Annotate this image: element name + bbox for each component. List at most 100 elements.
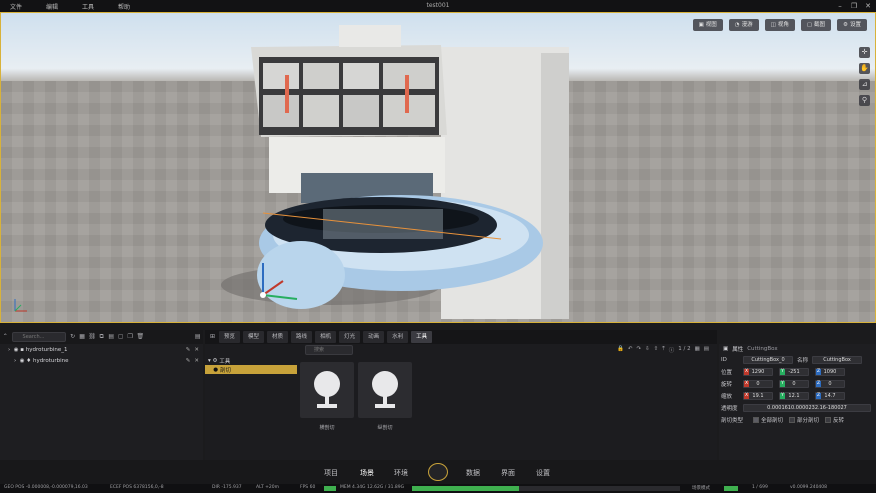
import-icon[interactable]: ⇩ — [645, 346, 650, 354]
tab-model[interactable]: 模型 — [243, 331, 265, 343]
view-icon: ▣ — [698, 22, 704, 28]
folder-item-selected[interactable]: ● 剖切 — [205, 365, 297, 374]
name-field[interactable]: CuttingBox — [812, 356, 863, 364]
screenshot-button[interactable]: ▢ 截图 — [800, 19, 832, 31]
memory-bar — [412, 486, 680, 491]
chevron-right-icon[interactable]: › — [14, 358, 16, 364]
eye-icon[interactable]: ◉ — [20, 358, 25, 364]
scale-y-field[interactable]: Y 12.1 — [779, 392, 809, 400]
link-icon[interactable]: ⛓ — [88, 333, 96, 341]
redo-icon[interactable]: ↷ — [636, 346, 641, 354]
list-view-icon[interactable]: ▤ — [704, 346, 709, 354]
nav-scene[interactable]: 场景 — [360, 468, 374, 478]
position-z-field[interactable]: Z 1090 — [815, 368, 845, 376]
tab-animation[interactable]: 动画 — [363, 331, 385, 343]
edit-icon[interactable]: ✎ — [186, 347, 191, 353]
partial-cut-checkbox[interactable] — [789, 417, 796, 423]
transparency-field[interactable]: 0.0001610.0000232.16-180027 — [743, 404, 871, 412]
grid-view-icon[interactable]: ▦ — [695, 346, 700, 354]
position-x-field[interactable]: X 1290 — [743, 368, 773, 376]
scale-x-field[interactable]: X 19.1 — [743, 392, 773, 400]
tab-hydraulic[interactable]: 水利 — [387, 331, 409, 343]
export-icon[interactable]: ⇧ — [654, 346, 659, 354]
tree-item[interactable]: › ◉ ▪ hydroturbine_1 ✎ ✕ — [0, 344, 203, 355]
remove-icon[interactable]: ✕ — [194, 358, 199, 364]
tab-camera[interactable]: 相机 — [315, 331, 337, 343]
maximize-icon[interactable]: ❐ — [850, 2, 858, 10]
panel-icon[interactable]: ⊞ — [209, 333, 216, 341]
list-icon[interactable]: ▤ — [194, 333, 201, 341]
angle-button[interactable]: ◫ 视角 — [764, 19, 795, 31]
nav-environment[interactable]: 环境 — [394, 468, 408, 478]
copy-icon[interactable]: ❐ — [127, 333, 134, 341]
invert-checkbox[interactable] — [825, 417, 832, 423]
nav-project[interactable]: 项目 — [324, 468, 338, 478]
tab-tools[interactable]: 工具 — [411, 331, 433, 343]
grid-icon[interactable]: ▦ — [79, 333, 86, 341]
upload-icon[interactable]: ⤒ — [662, 346, 664, 354]
folder-item[interactable]: ▾ ⚙ 工具 — [205, 356, 297, 365]
scene-tree-toolbar: ⌃ Search... ↻ ▦ ⛓ ⧉ ▤ ▢ ❐ 🗑 ▤ — [0, 330, 203, 344]
scale-z-field[interactable]: Z 14.7 — [815, 392, 845, 400]
edit-icon[interactable]: ✎ — [186, 358, 191, 364]
tree-item[interactable]: › ◉ ♦ hydroturbine ✎ ✕ — [0, 355, 203, 366]
id-field[interactable]: CuttingBox_0 — [743, 356, 793, 364]
hand-icon[interactable]: ✋ — [859, 63, 870, 74]
roam-button[interactable]: ◔ 漫游 — [728, 19, 759, 31]
nav-data[interactable]: 数据 — [466, 468, 480, 478]
3d-viewport[interactable]: ▣ 视图 ◔ 漫游 ◫ 视角 ▢ 截图 ⚙ 设置 ✛ ✋ ⊿ ⚲ — [0, 12, 876, 323]
y-axis-label: Y — [780, 381, 785, 387]
rotation-x-field[interactable]: X0 — [743, 380, 773, 388]
version: v0.0099.240408 — [790, 485, 828, 490]
move-icon[interactable]: ✛ — [859, 47, 870, 58]
ruler-icon[interactable]: ⊿ — [859, 79, 870, 90]
lock-icon[interactable]: 🔒 — [617, 346, 624, 354]
asset-card[interactable]: 纵剖切 — [358, 362, 412, 431]
pin-icon[interactable]: ⚲ — [859, 95, 870, 106]
refresh-icon[interactable]: ↻ — [69, 333, 76, 341]
close-icon[interactable]: ✕ — [864, 2, 872, 10]
nav-interface[interactable]: 界面 — [501, 468, 515, 478]
tab-light[interactable]: 灯光 — [339, 331, 361, 343]
tab-material[interactable]: 材质 — [267, 331, 289, 343]
position-z-value: 1090 — [823, 369, 837, 375]
camera-icon: ▢ — [806, 22, 813, 28]
collapse-icon[interactable]: ⌃ — [2, 333, 9, 341]
remove-icon[interactable]: ✕ — [194, 347, 199, 353]
info-icon[interactable]: ⓘ — [669, 346, 675, 354]
undo-icon[interactable]: ↶ — [628, 346, 633, 354]
menu-edit[interactable]: 编辑 — [46, 2, 58, 11]
rotation-z-field[interactable]: Z0 — [815, 380, 845, 388]
scene-search-input[interactable]: Search... — [11, 332, 67, 342]
asset-search-input[interactable]: 搜索 — [305, 345, 353, 355]
menu-file[interactable]: 文件 — [10, 2, 22, 11]
tree-item-label: hydroturbine_1 — [25, 346, 68, 353]
tab-preview[interactable]: 预览 — [219, 331, 241, 343]
group-icon[interactable]: ⧉ — [98, 333, 105, 341]
rotation-y-field[interactable]: Y0 — [779, 380, 809, 388]
eye-icon[interactable]: ◉ — [14, 347, 19, 353]
menu-help[interactable]: 帮助 — [118, 2, 130, 11]
y-axis-label: Y — [780, 369, 785, 375]
id-row: ID CuttingBox_0 名称 CuttingBox — [719, 354, 876, 366]
app-logo-icon[interactable] — [428, 463, 448, 481]
settings-button[interactable]: ⚙ 设置 — [837, 19, 867, 31]
minimize-icon[interactable]: – — [836, 2, 844, 10]
box-icon[interactable]: ▢ — [117, 333, 124, 341]
menu-tools[interactable]: 工具 — [82, 2, 94, 11]
fps-bar — [324, 486, 336, 491]
z-axis-label: Z — [816, 381, 821, 387]
delete-icon[interactable]: 🗑 — [136, 333, 144, 341]
view-button[interactable]: ▣ 视图 — [692, 19, 723, 31]
chevron-down-icon[interactable]: ▾ — [208, 358, 211, 364]
position-y-field[interactable]: Y -251 — [779, 368, 809, 376]
roam-icon: ◔ — [734, 22, 740, 28]
nav-settings[interactable]: 设置 — [536, 468, 550, 478]
mode-bar-fill — [724, 486, 738, 491]
full-cut-checkbox[interactable] — [753, 417, 759, 423]
layers-icon[interactable]: ▤ — [108, 333, 115, 341]
partial-cut-label: 部分剖切 — [797, 418, 820, 424]
tab-route[interactable]: 路线 — [291, 331, 313, 343]
chevron-right-icon[interactable]: › — [8, 347, 10, 353]
asset-card[interactable]: 横剖切 — [300, 362, 354, 431]
